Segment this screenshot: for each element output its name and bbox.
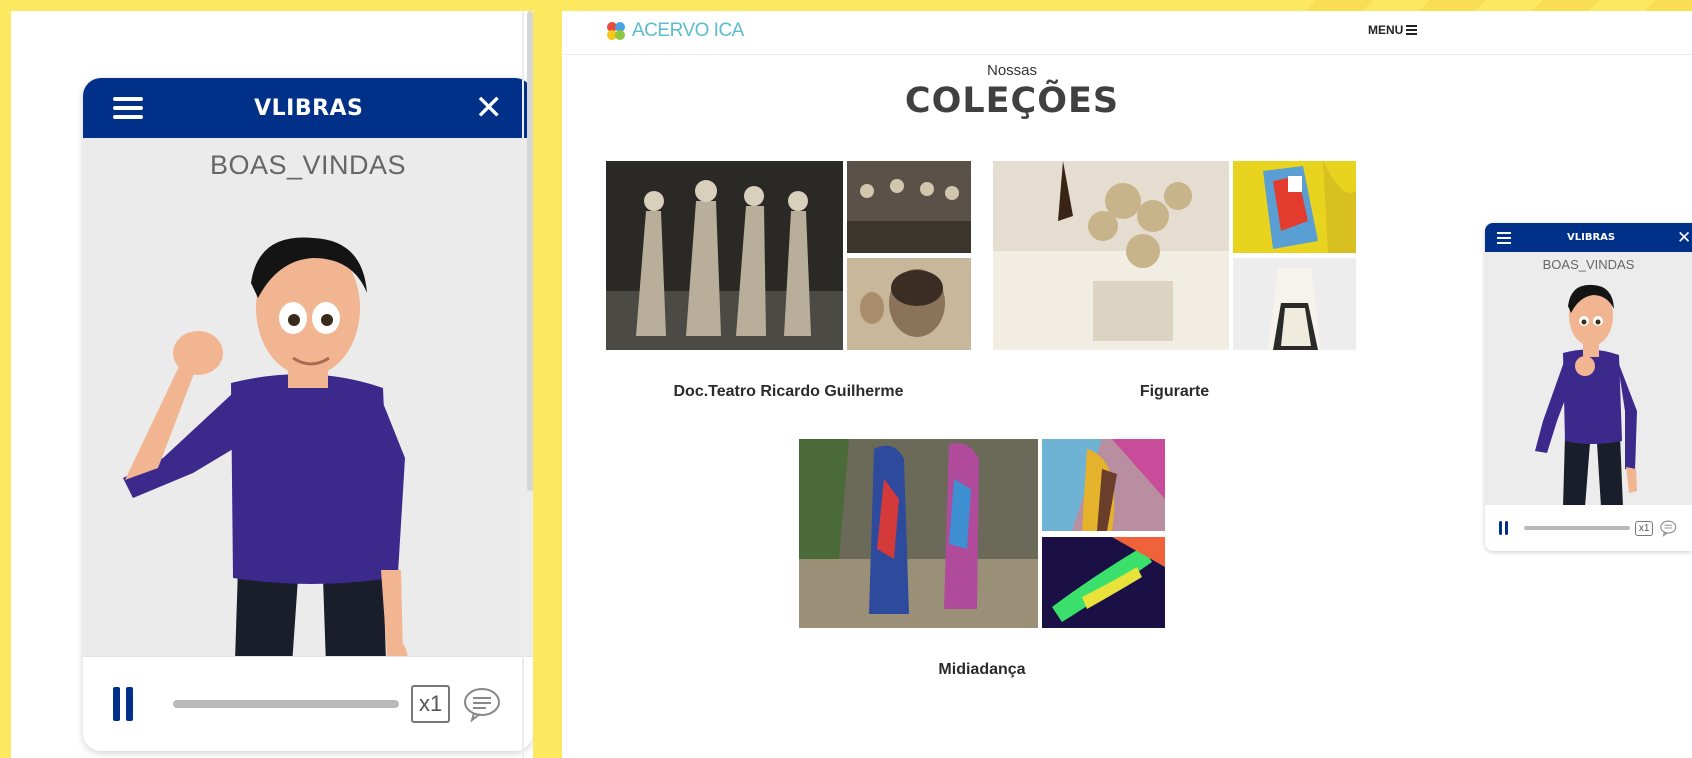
collection-image-main xyxy=(799,439,1038,628)
logo-text: ACERVO ICA xyxy=(632,20,744,41)
vlibras-title: VLIBRAS xyxy=(1567,232,1616,243)
panel-divider xyxy=(522,11,524,758)
collection-image-2 xyxy=(1042,439,1165,531)
collection-image-main xyxy=(606,161,843,350)
collection-title-teatro[interactable]: Doc.Teatro Ricardo Guilherme xyxy=(606,383,971,401)
site-header: ACERVO ICA MENU xyxy=(562,11,1692,55)
menu-button[interactable]: MENU xyxy=(1368,23,1418,37)
menu-label: MENU xyxy=(1368,23,1404,37)
collection-image-3 xyxy=(847,258,971,350)
vlibras-header: VLIBRAS ✕ xyxy=(1485,223,1692,252)
site-logo[interactable]: ACERVO ICA xyxy=(606,20,744,42)
pause-icon[interactable] xyxy=(1499,521,1508,535)
vlibras-widget: VLIBRAS ✕ BOAS_VINDAS x1 xyxy=(1485,223,1692,551)
collection-image-2 xyxy=(1233,161,1356,253)
collection-image-3 xyxy=(1233,258,1356,350)
section-subtitle: Nossas xyxy=(986,62,1038,79)
collection-image-main xyxy=(993,161,1229,350)
progress-slider[interactable] xyxy=(1524,526,1630,530)
hamburger-menu-icon[interactable] xyxy=(1497,229,1511,247)
progress-slider[interactable] xyxy=(173,700,399,708)
sign-gloss-text: BOAS_VINDAS xyxy=(209,150,407,180)
zoom-panel: VLIBRAS ✕ BOAS_VINDAS x1 xyxy=(11,11,533,758)
hamburger-menu-icon[interactable] xyxy=(113,92,143,124)
sign-language-avatar xyxy=(1535,284,1637,507)
collection-title-figurarte[interactable]: Figurarte xyxy=(993,383,1356,401)
subtitle-chat-icon[interactable] xyxy=(462,686,502,722)
vlibras-header: VLIBRAS ✕ xyxy=(83,78,533,138)
subtitle-chat-icon[interactable] xyxy=(1659,519,1678,537)
logo-icon xyxy=(607,22,625,40)
vlibras-window-zoomed: VLIBRAS ✕ BOAS_VINDAS x1 xyxy=(83,78,533,751)
speed-button[interactable]: x1 xyxy=(1634,520,1654,536)
vlibras-title: VLIBRAS xyxy=(254,95,364,121)
player-controls: x1 xyxy=(83,656,533,751)
collection-title-midiadanca[interactable]: Midiadança xyxy=(799,661,1165,679)
background-stripes xyxy=(1260,0,1692,11)
pause-icon[interactable] xyxy=(113,687,133,721)
sign-gloss-text: BOAS_VINDAS xyxy=(1542,257,1635,272)
close-icon[interactable]: ✕ xyxy=(1677,228,1691,248)
speed-button[interactable]: x1 xyxy=(411,685,451,723)
section-title: COLEÇÕES xyxy=(904,81,1120,121)
player-controls: x1 xyxy=(1485,505,1692,551)
collection-image-2 xyxy=(847,161,971,253)
collection-image-3 xyxy=(1042,537,1165,628)
sign-language-avatar xyxy=(123,237,409,723)
scrollbar[interactable] xyxy=(527,11,533,491)
menu-icon xyxy=(1406,23,1418,37)
close-icon[interactable]: ✕ xyxy=(475,91,504,125)
